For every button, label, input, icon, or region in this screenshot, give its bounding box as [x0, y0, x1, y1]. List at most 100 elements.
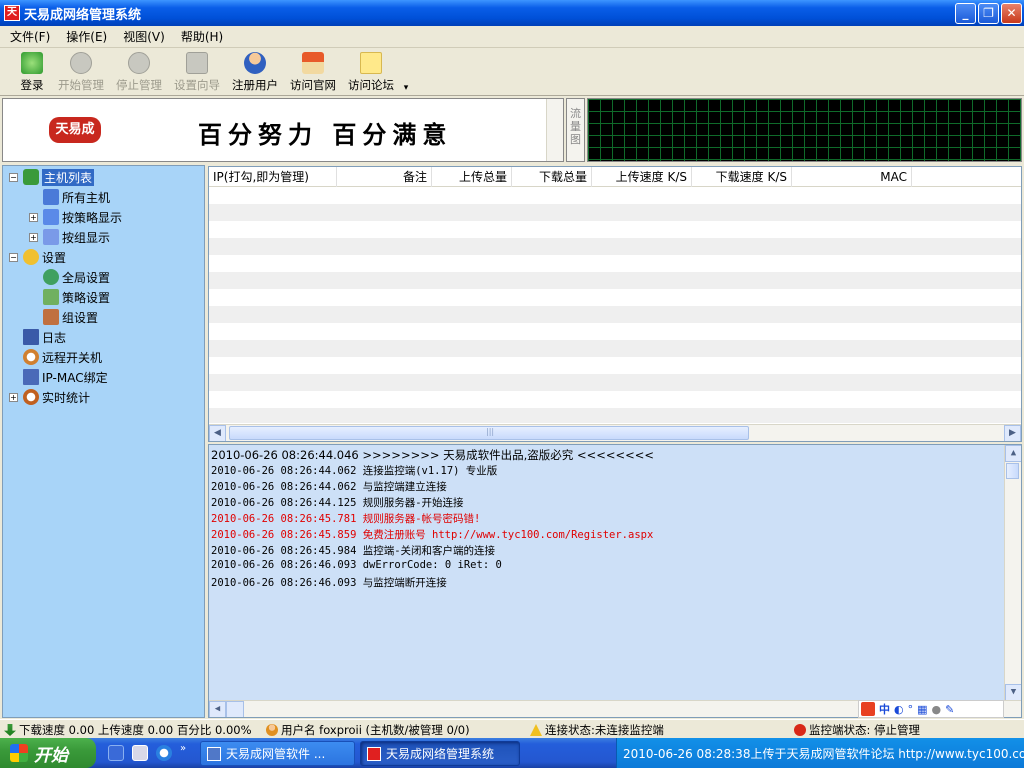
- banner-scrollbar[interactable]: [546, 99, 563, 161]
- log-hscroll-thumb[interactable]: [226, 701, 244, 717]
- tree-item-host-list[interactable]: − 主机列表: [9, 168, 95, 186]
- stop-manage-label: 停止管理: [116, 78, 162, 92]
- tree-item-remote-power[interactable]: 远程开关机: [23, 348, 102, 366]
- desktop-icon[interactable]: [108, 745, 124, 761]
- menu-file[interactable]: 文件(F): [10, 28, 50, 45]
- column-ip[interactable]: IP(打勾,即为管理): [209, 167, 337, 187]
- banner-slogan: 百分努力 百分满意: [198, 120, 453, 149]
- table-header: IP(打勾,即为管理) 备注 上传总量 下载总量 上传速度 K/S 下载速度 K…: [209, 167, 1021, 187]
- minimize-button[interactable]: _: [955, 3, 976, 24]
- host-list-icon: [23, 169, 39, 185]
- title-bar: 天 天易成网络管理系统 _ ❐ ✕: [0, 0, 1024, 26]
- scroll-left-icon[interactable]: ◀: [209, 701, 226, 717]
- maximize-button[interactable]: ❐: [978, 3, 999, 24]
- menu-bar: 文件(F) 操作(E) 视图(V) 帮助(H): [0, 26, 1024, 48]
- tree-item-realtime[interactable]: + 实时统计: [9, 388, 90, 406]
- app-icon: 天: [4, 5, 20, 21]
- flow-graph-label: 流量图: [566, 98, 585, 162]
- status-bar: 下载速度 0.00 上传速度 0.00 百分比 0.00% 用户名 foxpro…: [0, 719, 1024, 738]
- menu-operation[interactable]: 操作(E): [66, 28, 107, 45]
- stats-icon: [23, 389, 39, 405]
- task-item-active[interactable]: 天易成网络管理系统: [360, 741, 520, 766]
- tree-item-by-group[interactable]: + 按组显示: [29, 228, 110, 246]
- tree-item-global-settings[interactable]: 全局设置: [43, 268, 110, 286]
- menu-help[interactable]: 帮助(H): [181, 28, 223, 45]
- brand-logo: 天易成: [49, 117, 101, 143]
- globe-icon: [43, 269, 59, 285]
- computer-icon: [43, 189, 59, 205]
- tree-item-policy-settings[interactable]: 策略设置: [43, 288, 110, 306]
- tree-item-all-hosts[interactable]: 所有主机: [43, 188, 110, 206]
- network-icon: [23, 369, 39, 385]
- policy-icon: [43, 289, 59, 305]
- user-icon: [244, 52, 266, 74]
- log-scroll-thumb[interactable]: [1006, 463, 1019, 479]
- stop-manage-button[interactable]: 停止管理: [110, 48, 168, 96]
- moon-icon[interactable]: ◐: [894, 703, 904, 716]
- scroll-down-icon[interactable]: ▼: [1005, 684, 1021, 701]
- log-line: 2010-06-26 08:26:44.046 >>>>>>>> 天易成软件出品…: [211, 448, 655, 462]
- punctuation-icon[interactable]: °: [908, 703, 914, 716]
- tree-item-group-settings[interactable]: 组设置: [43, 308, 98, 326]
- sogou-icon: [861, 702, 875, 716]
- ime-mode[interactable]: 中: [879, 701, 890, 717]
- scroll-right-icon[interactable]: ▶: [1004, 425, 1021, 441]
- tree-item-by-policy[interactable]: + 按策略显示: [29, 208, 122, 226]
- column-mac[interactable]: MAC: [792, 167, 912, 187]
- status-speed: 下载速度 0.00 上传速度 0.00 百分比 0.00%: [4, 722, 252, 738]
- monitor-icon: [43, 209, 59, 225]
- login-button[interactable]: 登录: [12, 48, 52, 96]
- status-monitor: 监控端状态: 停止管理: [794, 722, 920, 738]
- log-line: 2010-06-26 08:26:44.062 与监控端建立连接: [211, 481, 447, 493]
- visit-forum-button[interactable]: 访问论坛: [342, 48, 400, 96]
- scroll-thumb[interactable]: |||: [229, 426, 749, 440]
- column-download-total[interactable]: 下载总量: [512, 167, 592, 187]
- scroll-left-icon[interactable]: ◀: [209, 425, 226, 441]
- tree-item-log[interactable]: 日志: [23, 328, 66, 346]
- scroll-up-icon[interactable]: ▲: [1005, 445, 1021, 462]
- start-button[interactable]: 开始: [0, 738, 96, 768]
- keyboard-icon[interactable]: ▦: [917, 703, 927, 716]
- status-user: 用户名 foxproii (主机数/被管理 0/0): [266, 722, 470, 738]
- window-title: 天易成网络管理系统: [24, 7, 142, 23]
- wrench-icon[interactable]: ✎: [945, 703, 954, 716]
- collapse-icon[interactable]: −: [9, 252, 18, 262]
- menu-view[interactable]: 视图(V): [123, 28, 165, 45]
- app-icon: [207, 746, 221, 761]
- nav-tree: − 主机列表 所有主机 + 按策略显示 + 按组显示 − 设置 全局设置 策略设…: [2, 165, 205, 718]
- register-user-button[interactable]: 注册用户: [226, 48, 284, 96]
- group-settings-icon: [43, 309, 59, 325]
- log-line: 2010-06-26 08:26:45.984 监控端-关闭和客户端的连接: [211, 545, 496, 557]
- log-line-error: 2010-06-26 08:26:45.781 规则服务器-帐号密码错!: [211, 513, 481, 525]
- table-hscrollbar[interactable]: ◀ ||| ▶: [209, 424, 1021, 441]
- column-upload-speed[interactable]: 上传速度 K/S: [592, 167, 692, 187]
- log-line-register-link[interactable]: 2010-06-26 08:26:45.859 免费注册账号 http://ww…: [211, 527, 653, 542]
- visit-website-button[interactable]: 访问官网: [284, 48, 342, 96]
- log-vscrollbar[interactable]: ▲ ▼: [1004, 445, 1021, 701]
- collapse-icon[interactable]: −: [9, 172, 18, 182]
- log-line: 2010-06-26 08:26:46.093 dwErrorCode: 0 i…: [211, 559, 502, 571]
- start-manage-label: 开始管理: [58, 78, 104, 92]
- flow-graph: [587, 98, 1022, 162]
- close-button[interactable]: ✕: [1001, 3, 1022, 24]
- user-icon[interactable]: ●: [932, 703, 942, 716]
- tree-item-settings[interactable]: − 设置: [9, 248, 66, 266]
- chevron-down-icon: ▾: [403, 83, 409, 93]
- explorer-icon[interactable]: [132, 745, 148, 761]
- group-icon: [43, 229, 59, 245]
- toolbar-overflow[interactable]: ▾: [400, 48, 412, 96]
- start-manage-button[interactable]: 开始管理: [52, 48, 110, 96]
- ime-toolbar[interactable]: 中 ◐ ° ▦ ● ✎: [858, 700, 1004, 718]
- ie-icon[interactable]: [156, 745, 172, 761]
- setup-wizard-button[interactable]: 设置向导: [168, 48, 226, 96]
- column-note[interactable]: 备注: [337, 167, 432, 187]
- task-item[interactable]: 天易成网管软件 ...: [200, 741, 355, 766]
- quicklaunch-more-icon[interactable]: »: [180, 743, 186, 754]
- column-upload-total[interactable]: 上传总量: [432, 167, 512, 187]
- expand-icon[interactable]: +: [29, 212, 38, 222]
- column-download-speed[interactable]: 下载速度 K/S: [692, 167, 792, 187]
- expand-icon[interactable]: +: [29, 232, 38, 242]
- expand-icon[interactable]: +: [9, 392, 18, 402]
- tree-item-ip-mac[interactable]: IP-MAC绑定: [23, 368, 108, 386]
- table-body[interactable]: [209, 187, 1021, 423]
